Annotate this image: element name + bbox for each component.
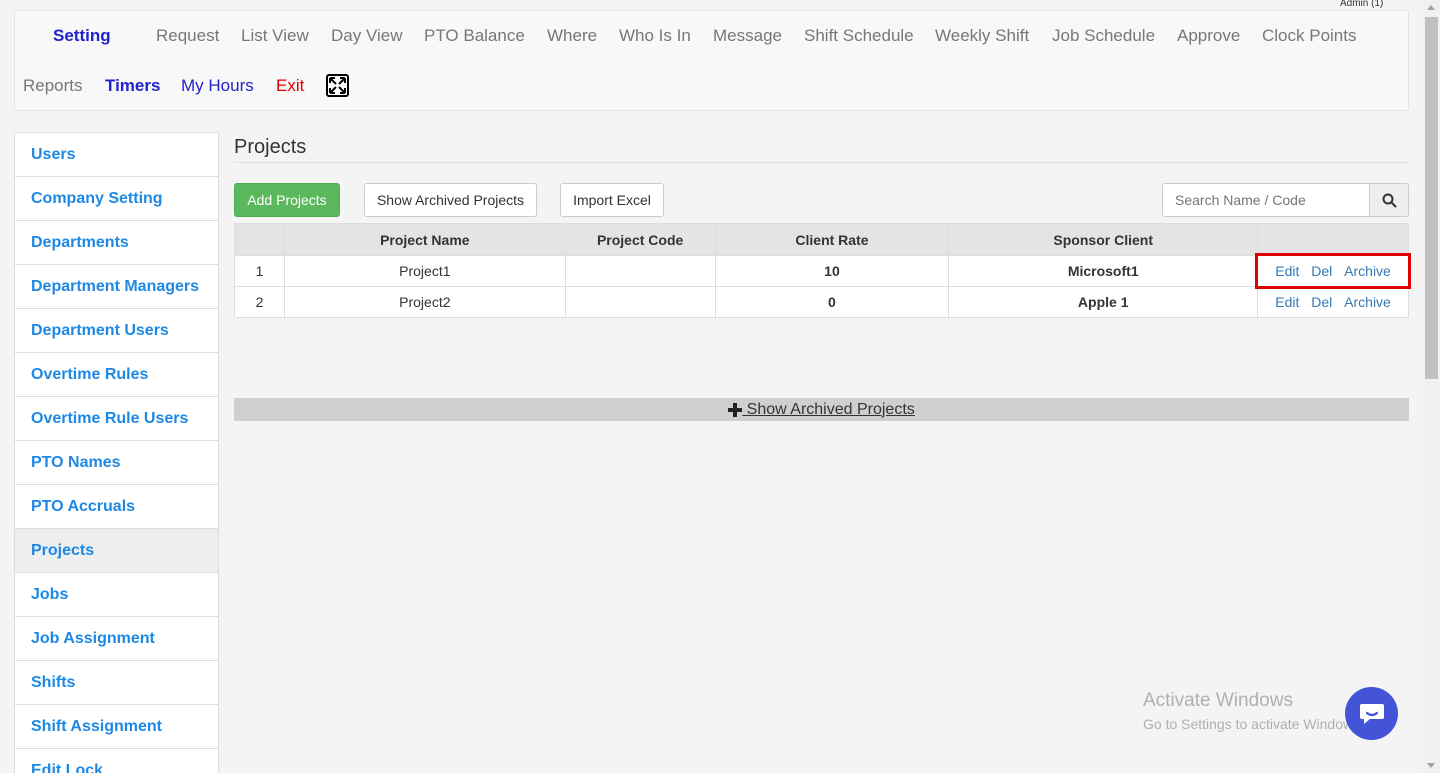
scroll-up-arrow[interactable] xyxy=(1427,5,1435,10)
sidebar-item-overtime-rule-users[interactable]: Overtime Rule Users xyxy=(15,397,218,441)
page-title: Projects xyxy=(234,132,1409,163)
watermark-title: Activate Windows xyxy=(1143,690,1293,711)
project-name-cell: Project1 xyxy=(283,255,566,287)
row-number: 2 xyxy=(234,286,285,318)
projects-table: Project Name Project Code Client Rate Sp… xyxy=(234,223,1411,318)
nav-setting[interactable]: Setting xyxy=(53,26,111,46)
nav-approve[interactable]: Approve xyxy=(1177,26,1240,46)
nav-message[interactable]: Message xyxy=(713,26,782,46)
chat-icon xyxy=(1359,703,1384,724)
nav-exit[interactable]: Exit xyxy=(276,76,304,96)
sidebar-item-edit-lock[interactable]: Edit Lock xyxy=(15,749,218,773)
actions-cell: Edit Del Archive xyxy=(1257,286,1409,318)
archive-link[interactable]: Archive xyxy=(1344,294,1391,310)
fullscreen-icon[interactable] xyxy=(326,74,349,97)
actions-cell: Edit Del Archive xyxy=(1255,253,1411,289)
scroll-thumb[interactable] xyxy=(1425,17,1438,379)
sidebar: Users Company Setting Departments Depart… xyxy=(14,132,219,773)
sidebar-item-departments[interactable]: Departments xyxy=(15,221,218,265)
nav-request[interactable]: Request xyxy=(156,26,219,46)
sidebar-item-shifts[interactable]: Shifts xyxy=(15,661,218,705)
col-project-name: Project Name xyxy=(283,223,566,256)
client-rate-cell: 0 xyxy=(714,286,950,318)
main-content: Projects Add Projects Show Archived Proj… xyxy=(234,132,1411,421)
import-excel-button[interactable]: Import Excel xyxy=(560,183,664,217)
chat-button[interactable] xyxy=(1345,687,1398,740)
add-projects-button[interactable]: Add Projects xyxy=(234,183,340,217)
col-number xyxy=(234,223,285,256)
project-code-cell xyxy=(564,255,716,287)
toolbar: Add Projects Show Archived Projects Impo… xyxy=(234,183,1409,217)
search-button[interactable] xyxy=(1369,183,1409,217)
archive-link[interactable]: Archive xyxy=(1344,263,1391,279)
show-archived-projects-toggle[interactable]: Show Archived Projects xyxy=(234,398,1409,421)
nav-day-view[interactable]: Day View xyxy=(331,26,403,46)
delete-link[interactable]: Del xyxy=(1311,263,1332,279)
sidebar-item-job-assignment[interactable]: Job Assignment xyxy=(15,617,218,661)
scroll-down-arrow[interactable] xyxy=(1427,763,1435,768)
vertical-scrollbar[interactable] xyxy=(1423,0,1440,773)
sidebar-item-projects[interactable]: Projects xyxy=(15,529,218,573)
sidebar-item-jobs[interactable]: Jobs xyxy=(15,573,218,617)
nav-shift-schedule[interactable]: Shift Schedule xyxy=(804,26,914,46)
nav-list-view[interactable]: List View xyxy=(241,26,309,46)
row-number: 1 xyxy=(234,255,285,287)
client-rate-cell: 10 xyxy=(714,255,950,287)
nav-who-is-in[interactable]: Who Is In xyxy=(619,26,691,46)
sidebar-item-department-managers[interactable]: Department Managers xyxy=(15,265,218,309)
sidebar-item-pto-names[interactable]: PTO Names xyxy=(15,441,218,485)
project-code-cell xyxy=(564,286,716,318)
sidebar-item-department-users[interactable]: Department Users xyxy=(15,309,218,353)
plus-icon xyxy=(728,402,743,417)
search-input[interactable] xyxy=(1162,183,1369,217)
sidebar-item-pto-accruals[interactable]: PTO Accruals xyxy=(15,485,218,529)
table-row: 1 Project1 10 Microsoft1 Edit Del Archiv… xyxy=(234,253,1411,289)
show-archived-projects-button[interactable]: Show Archived Projects xyxy=(364,183,537,217)
top-navigation: Setting Request List View Day View PTO B… xyxy=(14,10,1409,111)
nav-reports[interactable]: Reports xyxy=(23,76,83,96)
nav-pto-balance[interactable]: PTO Balance xyxy=(424,26,525,46)
sponsor-client-cell: Microsoft1 xyxy=(948,255,1259,287)
sidebar-item-overtime-rules[interactable]: Overtime Rules xyxy=(15,353,218,397)
nav-job-schedule[interactable]: Job Schedule xyxy=(1052,26,1155,46)
col-client-rate: Client Rate xyxy=(714,223,950,256)
table-header-row: Project Name Project Code Client Rate Sp… xyxy=(234,223,1409,256)
edit-link[interactable]: Edit xyxy=(1275,263,1299,279)
nav-timers[interactable]: Timers xyxy=(105,76,160,96)
watermark-subtitle: Go to Settings to activate Windows. xyxy=(1143,716,1364,732)
sidebar-item-shift-assignment[interactable]: Shift Assignment xyxy=(15,705,218,749)
nav-clock-points[interactable]: Clock Points xyxy=(1262,26,1356,46)
col-sponsor-client: Sponsor Client xyxy=(948,223,1259,256)
col-project-code: Project Code xyxy=(564,223,716,256)
show-archived-projects-label: Show Archived Projects xyxy=(742,400,915,418)
nav-weekly-shift[interactable]: Weekly Shift xyxy=(935,26,1029,46)
table-row: 2 Project2 0 Apple 1 Edit Del Archive xyxy=(234,286,1409,318)
sidebar-item-company-setting[interactable]: Company Setting xyxy=(15,177,218,221)
nav-my-hours[interactable]: My Hours xyxy=(181,76,254,96)
admin-label: Admin (1) xyxy=(1340,0,1384,9)
nav-where[interactable]: Where xyxy=(547,26,597,46)
delete-link[interactable]: Del xyxy=(1311,294,1332,310)
project-name-cell: Project2 xyxy=(283,286,566,318)
windows-activation-watermark: Activate Windows Go to Settings to activ… xyxy=(1143,690,1364,732)
sponsor-client-cell: Apple 1 xyxy=(948,286,1259,318)
sidebar-item-users[interactable]: Users xyxy=(15,133,218,177)
search-icon xyxy=(1382,193,1397,208)
col-actions xyxy=(1257,223,1409,256)
edit-link[interactable]: Edit xyxy=(1275,294,1299,310)
